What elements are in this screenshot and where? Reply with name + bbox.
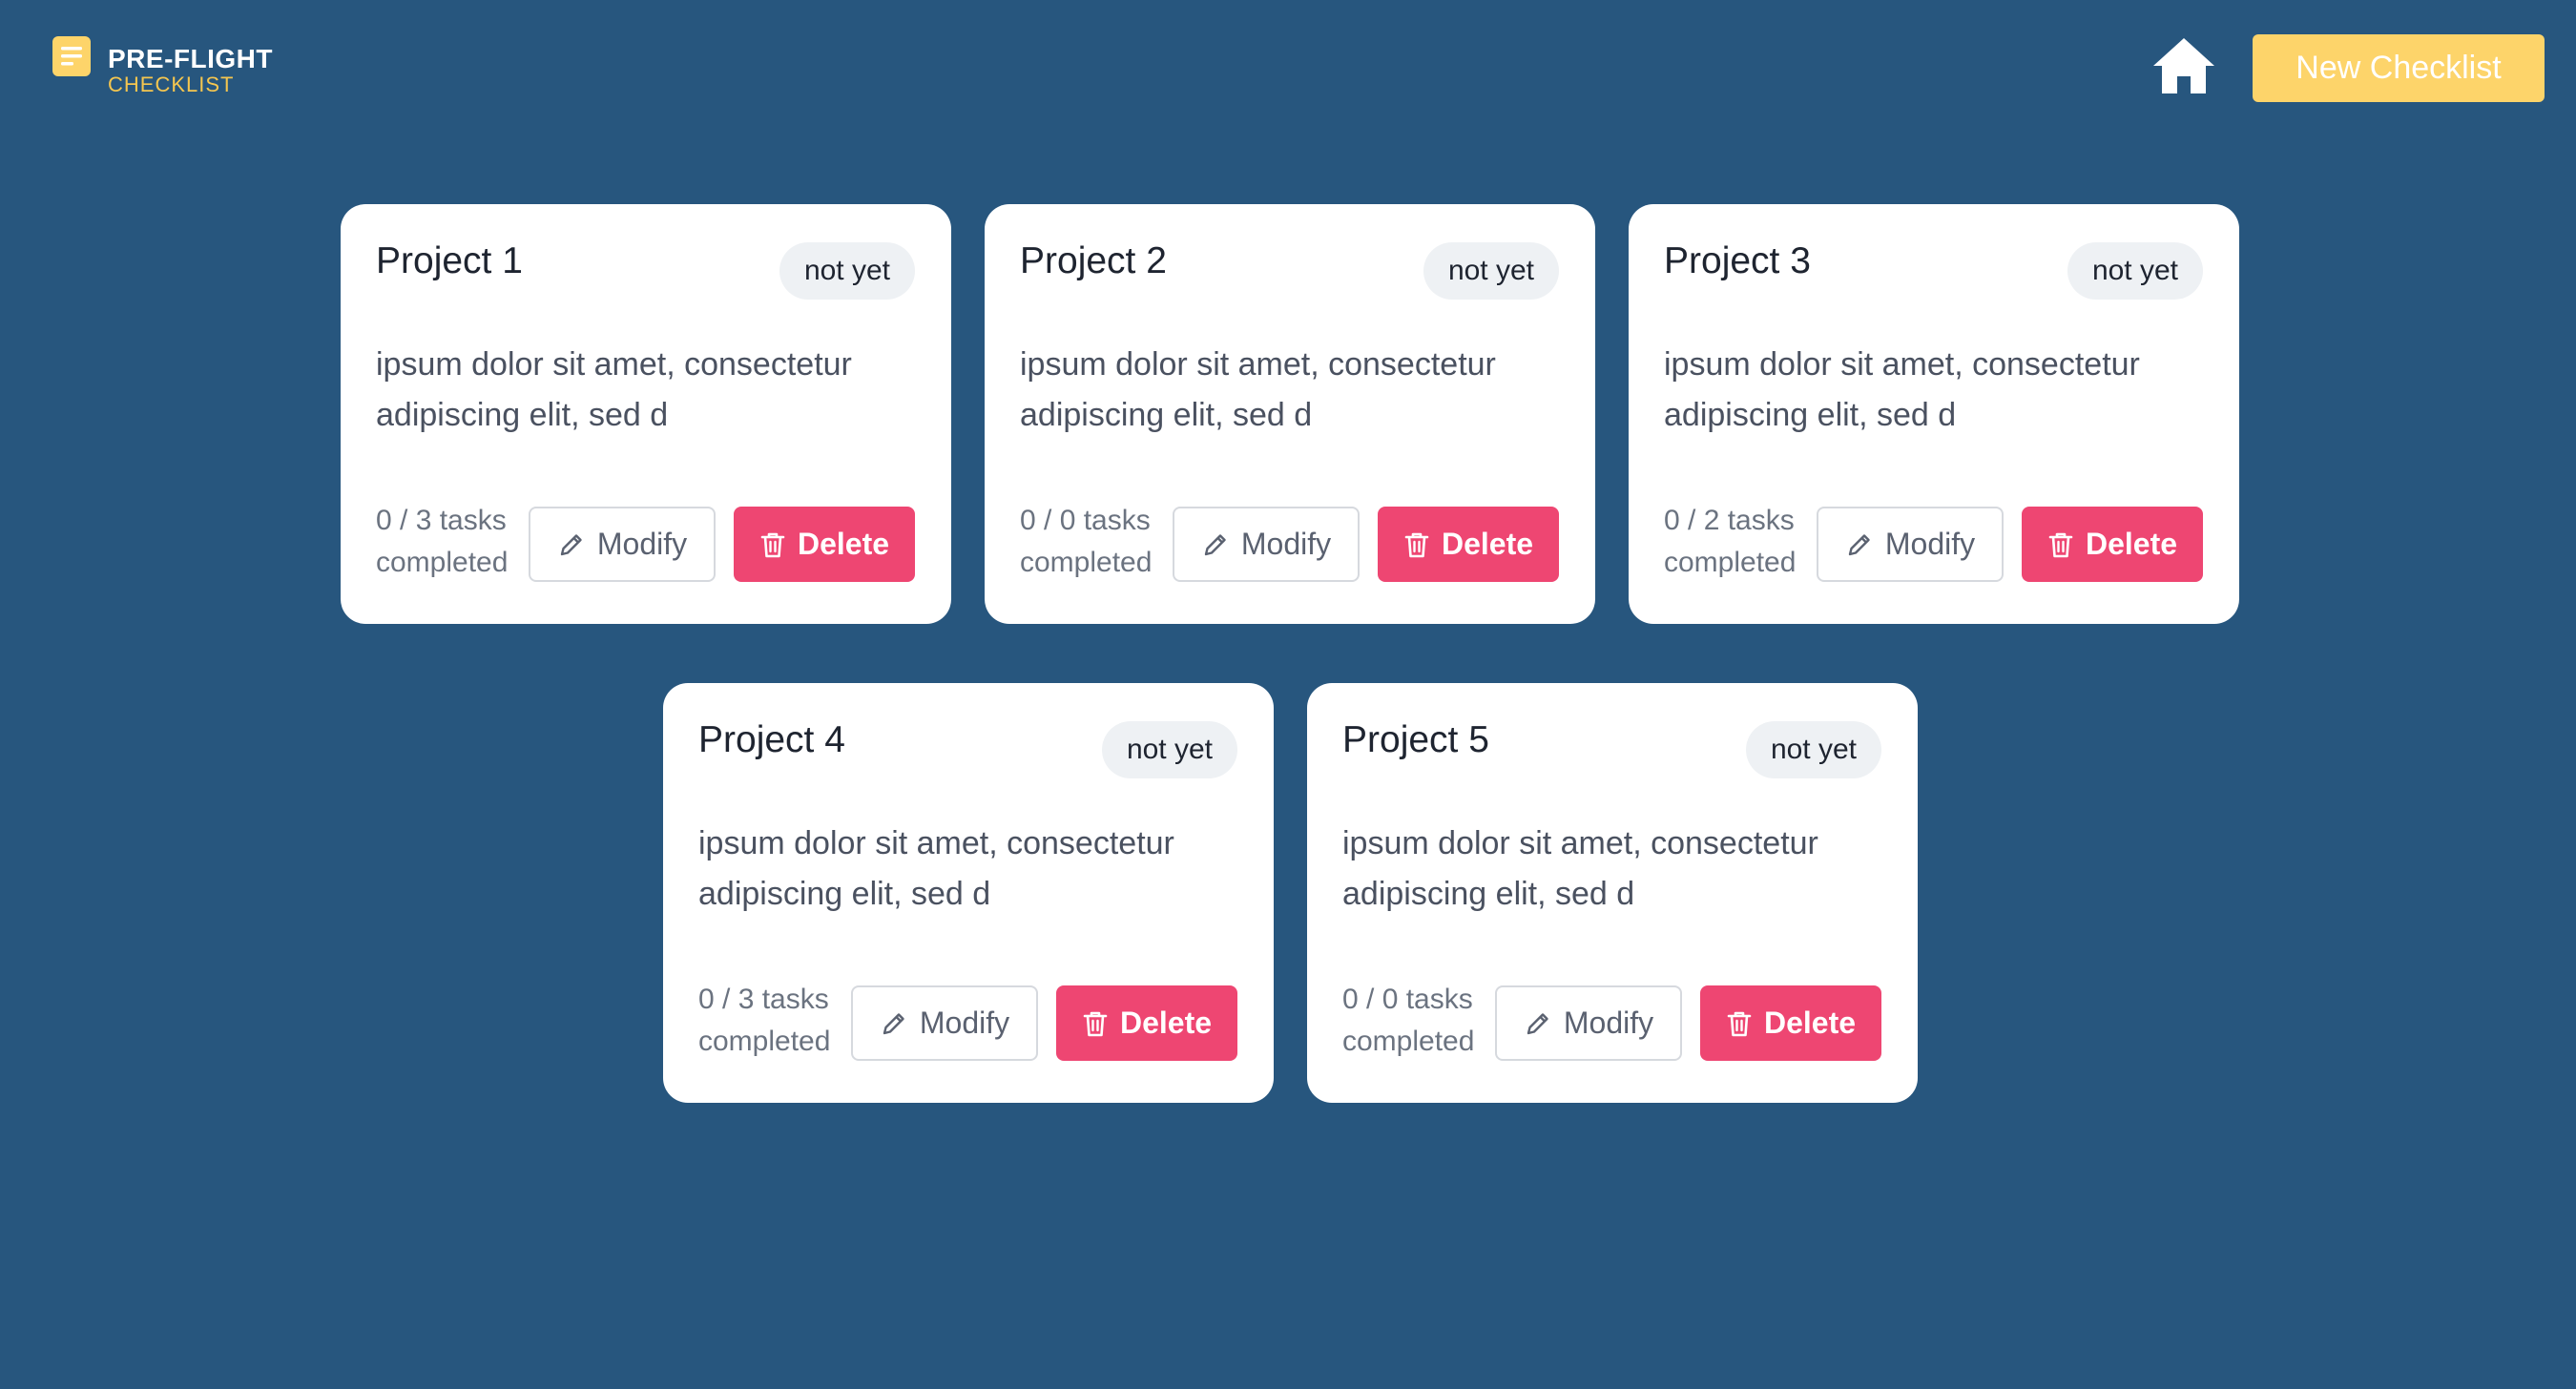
app-logo[interactable]: PRE-FLIGHT CHECKLIST [52,36,273,95]
trash-icon [1404,532,1429,557]
task-count: 0 / 2 tasks [1664,505,1795,536]
task-progress: 0 / 0 tasks completed [1020,500,1152,584]
project-title: Project 4 [698,719,845,760]
modify-button[interactable]: Modify [1817,507,2004,582]
delete-button[interactable]: Delete [1700,985,1881,1061]
pencil-icon [1848,533,1870,555]
project-title: Project 5 [1342,719,1489,760]
task-progress: 0 / 0 tasks completed [1342,979,1474,1063]
task-progress: 0 / 2 tasks completed [1664,500,1796,584]
modify-label: Modify [919,1005,1010,1040]
trash-icon [760,532,785,557]
status-badge: not yet [2067,242,2203,300]
modify-label: Modify [1240,527,1332,561]
status-badge: not yet [779,242,915,300]
trash-icon [2048,532,2073,557]
new-checklist-button[interactable]: New Checklist [2253,34,2545,102]
delete-button[interactable]: Delete [1378,507,1559,582]
logo-text: PRE-FLIGHT CHECKLIST [108,36,273,95]
project-description: ipsum dolor sit amet, consectetur adipis… [698,825,1174,912]
home-button[interactable] [2151,36,2216,95]
delete-button[interactable]: Delete [1056,985,1237,1061]
app-header: PRE-FLIGHT CHECKLIST New Checklist [0,0,2576,134]
modify-button[interactable]: Modify [1495,985,1682,1061]
project-card: Project 3 not yet ipsum dolor sit amet, … [1629,204,2239,624]
document-icon [52,36,91,76]
status-badge: not yet [1745,721,1881,778]
delete-label: Delete [1763,1005,1857,1040]
delete-label: Delete [1441,527,1534,561]
status-badge: not yet [1101,721,1237,778]
task-count-suffix: completed [1020,547,1153,578]
task-count-suffix: completed [698,1026,831,1057]
modify-label: Modify [1563,1005,1654,1040]
project-description: ipsum dolor sit amet, consectetur adipis… [1664,346,2140,433]
project-title: Project 3 [1664,240,1811,281]
project-card: Project 1 not yet ipsum dolor sit amet, … [341,204,951,624]
task-progress: 0 / 3 tasks completed [376,500,508,584]
task-count-suffix: completed [1664,547,1797,578]
delete-button[interactable]: Delete [2022,507,2203,582]
modify-button[interactable]: Modify [851,985,1038,1061]
delete-label: Delete [1119,1005,1213,1040]
task-count-suffix: completed [1342,1026,1475,1057]
modify-button[interactable]: Modify [1173,507,1360,582]
task-count: 0 / 0 tasks [1020,505,1151,536]
modify-label: Modify [596,527,688,561]
project-description: ipsum dolor sit amet, consectetur adipis… [376,346,852,433]
pencil-icon [1204,533,1226,555]
pencil-icon [883,1012,904,1034]
pencil-icon [560,533,582,555]
project-title: Project 2 [1020,240,1167,281]
logo-title: PRE-FLIGHT [108,44,273,73]
delete-label: Delete [797,527,890,561]
modify-label: Modify [1884,527,1976,561]
project-card: Project 2 not yet ipsum dolor sit amet, … [985,204,1595,624]
modify-button[interactable]: Modify [529,507,716,582]
task-count: 0 / 3 tasks [698,984,829,1015]
trash-icon [1083,1011,1108,1036]
pencil-icon [1527,1012,1548,1034]
task-count-suffix: completed [376,547,509,578]
task-count: 0 / 0 tasks [1342,984,1473,1015]
trash-icon [1727,1011,1752,1036]
task-progress: 0 / 3 tasks completed [698,979,830,1063]
project-card: Project 5 not yet ipsum dolor sit amet, … [1307,683,1918,1103]
task-count: 0 / 3 tasks [376,505,507,536]
project-card: Project 4 not yet ipsum dolor sit amet, … [663,683,1274,1103]
project-description: ipsum dolor sit amet, consectetur adipis… [1020,346,1496,433]
delete-label: Delete [2085,527,2178,561]
status-badge: not yet [1423,242,1559,300]
logo-subtitle: CHECKLIST [108,73,235,96]
delete-button[interactable]: Delete [734,507,915,582]
home-icon [2153,38,2214,93]
project-title: Project 1 [376,240,523,281]
project-description: ipsum dolor sit amet, consectetur adipis… [1342,825,1818,912]
